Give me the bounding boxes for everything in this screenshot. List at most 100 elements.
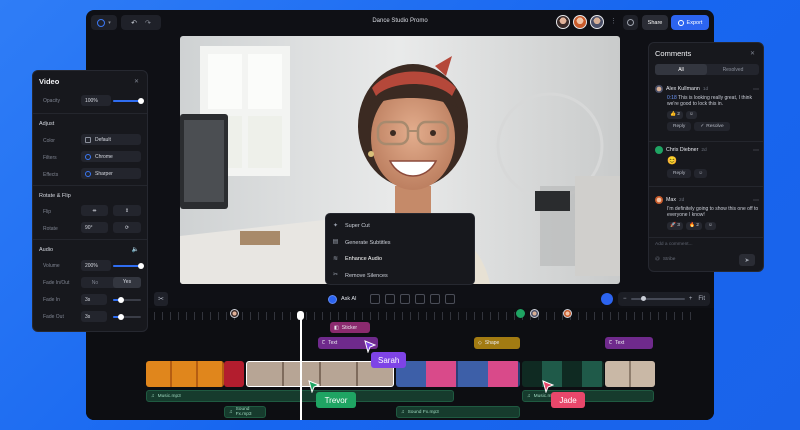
- workspace-switcher[interactable]: ▾: [91, 15, 117, 30]
- rotate-button[interactable]: ⟳: [113, 222, 141, 233]
- comment-timestamp[interactable]: 0:18: [667, 95, 677, 101]
- sound-fx-clip[interactable]: ♫ Sound Fx.mp3: [396, 406, 520, 418]
- video-clip[interactable]: [396, 361, 520, 387]
- music-note-icon: ♫: [527, 393, 531, 399]
- video-clip[interactable]: [146, 361, 224, 387]
- sticker-clip[interactable]: ◧ Sticker: [330, 322, 370, 333]
- project-title[interactable]: Dance Studio Promo: [336, 18, 464, 24]
- timeline[interactable]: ◧ Sticker Ꞇ Text ◇ Shape Ꞇ Text ♫ Music.…: [86, 308, 714, 420]
- export-icon: [677, 19, 684, 26]
- more-vertical-icon[interactable]: ⋮: [610, 17, 617, 25]
- ai-item-generate-subtitles[interactable]: ▤ Generate Subtitles: [326, 235, 474, 252]
- volume-input[interactable]: 200%: [81, 260, 111, 271]
- zoom-in-button[interactable]: +: [689, 296, 693, 302]
- collab-user-icon[interactable]: [601, 293, 613, 305]
- volume-slider[interactable]: [113, 262, 144, 269]
- layers-tool-icon[interactable]: [430, 294, 440, 304]
- music-note-icon: ♫: [401, 409, 405, 415]
- video-clip[interactable]: [522, 361, 604, 387]
- fit-button[interactable]: Fit: [698, 296, 705, 302]
- shape-tool-icon[interactable]: [445, 294, 455, 304]
- sticker-icon: ◧: [334, 324, 339, 331]
- opacity-slider[interactable]: [113, 97, 144, 104]
- resolve-button[interactable]: ✓ Resolve: [694, 121, 730, 131]
- tab-resolved[interactable]: Resolved: [707, 64, 759, 75]
- video-clip[interactable]: [224, 361, 244, 387]
- comment-marker[interactable]: [516, 309, 525, 318]
- collaborator-avatar[interactable]: [556, 15, 570, 29]
- add-media-icon[interactable]: [370, 294, 380, 304]
- comment-author: Alex Kullmann: [666, 86, 700, 92]
- add-reaction-button[interactable]: ☺: [685, 110, 697, 119]
- reply-button[interactable]: Reply: [667, 169, 692, 178]
- rotate-input[interactable]: 90°: [81, 222, 108, 233]
- timer-button[interactable]: [623, 15, 638, 30]
- chevron-down-icon: ▾: [108, 19, 111, 26]
- fade-no-option[interactable]: No: [81, 280, 109, 286]
- fade-in-slider[interactable]: [113, 296, 141, 303]
- split-button[interactable]: ✂: [154, 292, 168, 306]
- playhead[interactable]: [300, 312, 302, 420]
- reply-button[interactable]: Reply: [667, 121, 692, 131]
- ai-item-super-cut[interactable]: ✦ Super Cut: [326, 218, 474, 235]
- image-tool-icon[interactable]: [415, 294, 425, 304]
- reaction-chip[interactable]: 🚀 3: [667, 221, 683, 230]
- filters-select[interactable]: Chrome: [81, 151, 141, 162]
- add-reaction-button[interactable]: ☺: [694, 169, 708, 178]
- send-button[interactable]: ➤: [739, 254, 755, 266]
- text-clip[interactable]: Ꞇ Text: [605, 337, 653, 349]
- sound-fx-clip[interactable]: ♫ Sound Fx.mp3: [224, 406, 266, 418]
- ai-item-remove-silences[interactable]: ✂ Remove Silences: [326, 268, 474, 285]
- fade-out-input[interactable]: 3s: [81, 311, 107, 322]
- text-tool-icon[interactable]: [385, 294, 395, 304]
- shape-clip[interactable]: ◇ Shape: [474, 337, 520, 349]
- collaborator-avatar[interactable]: [590, 15, 604, 29]
- effects-value: Sharper: [95, 170, 113, 177]
- reaction-chip[interactable]: 🔥 2: [685, 221, 702, 230]
- video-properties-panel: Video ✕ Opacity 100% Adjust Color Defaul…: [32, 70, 148, 332]
- comment-input[interactable]: Add a comment...: [655, 242, 693, 247]
- color-select[interactable]: Default: [81, 134, 141, 145]
- add-reaction-button[interactable]: ☺: [704, 221, 716, 230]
- ai-item-enhance-audio[interactable]: ≋ Enhance Audio: [326, 251, 474, 268]
- more-icon[interactable]: ⋯: [753, 86, 759, 93]
- avatar: [655, 85, 663, 93]
- reaction-chip[interactable]: 👍 2: [667, 110, 683, 119]
- fade-out-slider[interactable]: [113, 313, 141, 320]
- flip-horizontal-button[interactable]: ⇹: [81, 205, 108, 216]
- fade-yes-option[interactable]: Yes: [113, 277, 141, 288]
- effects-select[interactable]: Sharper: [81, 168, 141, 179]
- more-icon[interactable]: ⋯: [753, 197, 759, 204]
- ai-item-label: Super Cut: [345, 223, 370, 230]
- undo-icon[interactable]: ↶: [131, 19, 137, 27]
- comment-marker[interactable]: [230, 309, 239, 318]
- crop-tool-icon[interactable]: [400, 294, 410, 304]
- video-clip[interactable]: [605, 361, 655, 387]
- clip-label: Text: [615, 340, 625, 346]
- subtitles-icon: ▤: [332, 239, 339, 246]
- timeline-ruler[interactable]: [146, 312, 694, 320]
- comment-marker[interactable]: [530, 309, 539, 318]
- redo-icon[interactable]: ↷: [145, 19, 151, 27]
- fade-in-input[interactable]: 3s: [81, 294, 107, 305]
- playhead-handle[interactable]: [297, 311, 304, 320]
- close-icon[interactable]: ✕: [134, 78, 139, 85]
- at-mention-icon[interactable]: @: [655, 257, 660, 262]
- ask-ai-button[interactable]: Ask AI: [326, 293, 362, 305]
- clip-label: Sticker: [341, 324, 358, 331]
- zoom-slider[interactable]: [630, 296, 685, 301]
- adjust-section-title: Adjust: [39, 121, 55, 127]
- export-button[interactable]: Export: [671, 15, 709, 30]
- flip-vertical-button[interactable]: ⇕: [113, 205, 141, 216]
- comment-marker[interactable]: [563, 309, 572, 318]
- close-icon[interactable]: ✕: [750, 50, 755, 57]
- cursor-label-jade: Jade: [551, 392, 585, 408]
- zoom-out-button[interactable]: −: [623, 296, 627, 302]
- share-button[interactable]: Share: [642, 15, 668, 30]
- opacity-input[interactable]: 100%: [81, 95, 111, 106]
- comment-footer: @ Stribe: [655, 257, 675, 262]
- speaker-icon[interactable]: 🔈: [132, 246, 139, 253]
- collaborator-avatar[interactable]: [573, 15, 587, 29]
- tab-all[interactable]: All: [655, 64, 707, 75]
- more-icon[interactable]: ⋯: [753, 147, 759, 154]
